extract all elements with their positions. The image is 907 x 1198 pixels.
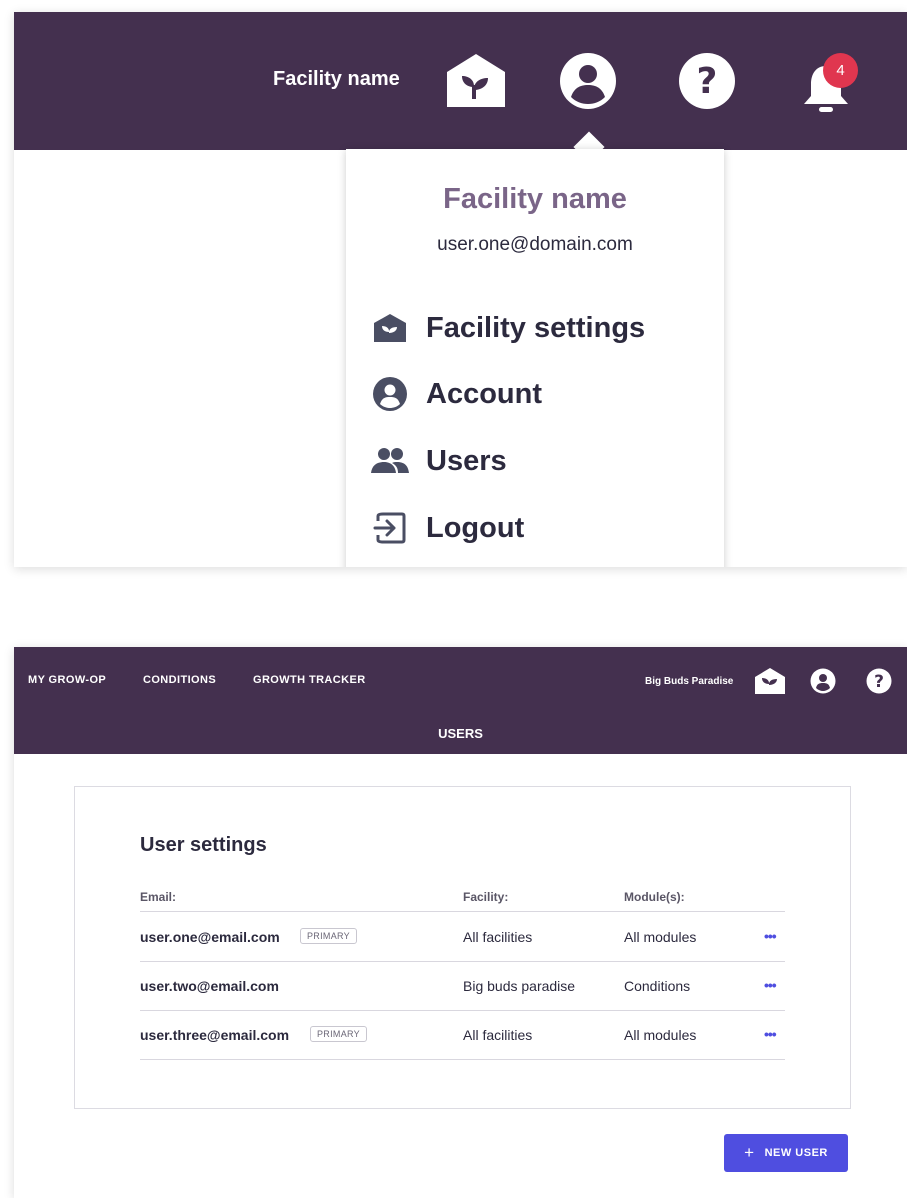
new-user-button[interactable]: + NEW USER bbox=[724, 1134, 848, 1172]
account-icon bbox=[370, 374, 410, 414]
user-facility: Big buds paradise bbox=[463, 978, 576, 994]
column-header-email: Email: bbox=[140, 890, 177, 904]
column-header-facility: Facility: bbox=[463, 890, 509, 904]
user-settings-mockup: MY GROW-OP CONDITIONS GROWTH TRACKER Big… bbox=[14, 647, 907, 1198]
header-facility-name: Big Buds Paradise bbox=[645, 676, 734, 687]
plus-icon: + bbox=[744, 1143, 755, 1162]
menu-item-label: Logout bbox=[426, 511, 525, 544]
user-email: user.two@email.com bbox=[140, 978, 279, 994]
table-divider bbox=[140, 1010, 785, 1011]
menu-item-facility-settings[interactable]: Facility settings bbox=[370, 308, 645, 348]
account-icon[interactable] bbox=[559, 52, 617, 110]
menu-item-users[interactable]: Users bbox=[370, 441, 507, 481]
table-divider bbox=[140, 1059, 785, 1060]
dropdown-user-email: user.one@domain.com bbox=[437, 234, 633, 255]
app-header: MY GROW-OP CONDITIONS GROWTH TRACKER Big… bbox=[14, 647, 907, 754]
facility-dropdown-menu: Facility name user.one@domain.com Facili… bbox=[346, 149, 724, 567]
user-modules: Conditions bbox=[624, 978, 691, 994]
table-divider bbox=[140, 911, 785, 912]
header-facility-name: Facility name bbox=[273, 68, 400, 90]
help-icon[interactable]: ? bbox=[866, 668, 892, 694]
user-modules: All modules bbox=[624, 1027, 697, 1043]
user-settings-card: User settings Email: Facility: Module(s)… bbox=[74, 786, 851, 1109]
column-header-modules: Module(s): bbox=[624, 890, 685, 904]
tab-users[interactable]: USERS bbox=[14, 726, 907, 741]
table-divider bbox=[140, 961, 785, 962]
menu-item-label: Facility settings bbox=[426, 311, 646, 344]
dropdown-facility-name: Facility name bbox=[443, 183, 627, 215]
row-more-button[interactable]: ••• bbox=[764, 977, 777, 993]
facility-icon[interactable] bbox=[754, 667, 786, 695]
nav-link-growth-tracker[interactable]: GROWTH TRACKER bbox=[253, 674, 366, 686]
logout-icon bbox=[370, 508, 410, 548]
nav-link-conditions[interactable]: CONDITIONS bbox=[143, 674, 216, 686]
facility-icon[interactable] bbox=[445, 52, 507, 108]
menu-item-logout[interactable]: Logout bbox=[370, 508, 524, 548]
account-icon[interactable] bbox=[810, 668, 836, 694]
row-more-button[interactable]: ••• bbox=[764, 928, 777, 944]
user-modules: All modules bbox=[624, 929, 697, 945]
user-facility: All facilities bbox=[463, 929, 533, 945]
help-icon[interactable]: ? bbox=[678, 52, 736, 110]
menu-item-account[interactable]: Account bbox=[370, 374, 542, 414]
user-email: user.three@email.com bbox=[140, 1027, 290, 1043]
row-more-button[interactable]: ••• bbox=[764, 1026, 777, 1042]
svg-text:?: ? bbox=[697, 61, 718, 102]
menu-item-label: Users bbox=[426, 444, 507, 477]
facility-icon bbox=[370, 308, 410, 348]
menu-item-label: Account bbox=[426, 377, 542, 410]
notification-badge: 4 bbox=[823, 53, 858, 88]
primary-badge: PRIMARY bbox=[300, 928, 357, 944]
user-facility: All facilities bbox=[463, 1027, 533, 1043]
users-icon bbox=[370, 441, 410, 481]
nav-link-my-grow-op[interactable]: MY GROW-OP bbox=[28, 674, 106, 686]
top-header: Facility name ? 4 bbox=[14, 12, 907, 150]
primary-badge: PRIMARY bbox=[310, 1026, 367, 1042]
facility-menu-mockup: Facility name ? 4 Facility name user.one… bbox=[14, 12, 907, 567]
svg-text:?: ? bbox=[874, 672, 884, 692]
user-email: user.one@email.com bbox=[140, 929, 280, 945]
page-title: User settings bbox=[140, 834, 267, 856]
